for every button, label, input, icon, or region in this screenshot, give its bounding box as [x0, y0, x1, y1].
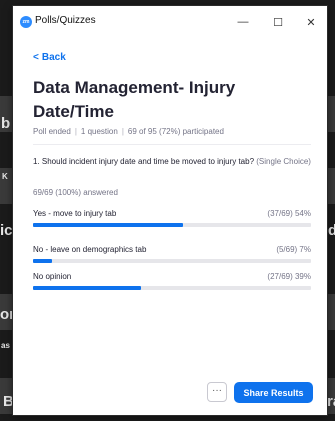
title-bar[interactable]: zm Polls/Quizzes — ☐ ✕ [13, 6, 327, 38]
minimize-button[interactable]: — [229, 12, 257, 32]
result-bar-fill [33, 223, 184, 227]
more-options-button[interactable]: ··· [207, 382, 227, 402]
poll-option: No - leave on demographics tab (5/69) 7% [33, 245, 311, 271]
back-link[interactable]: < Back [33, 52, 66, 63]
poll-status: Poll ended [33, 127, 71, 136]
result-bar-fill [33, 286, 142, 290]
poll-option: Yes - move to injury tab (37/69) 54% [33, 209, 311, 235]
question-type: (Single Choice) [256, 157, 311, 166]
background-text: b [1, 115, 11, 132]
zoom-app-icon: zm [20, 16, 32, 28]
meta-divider: | [74, 127, 77, 136]
result-bar-track [33, 223, 311, 227]
background-text: ra [327, 393, 335, 410]
option-stat: (5/69) 7% [276, 245, 311, 254]
poll-title: Data Management- Injury Date/Time [33, 78, 236, 121]
option-stat: (27/69) 39% [267, 272, 311, 281]
poll-meta: Poll ended | 1 question | 69 of 95 (72%) par… [33, 127, 224, 136]
divider [33, 144, 311, 145]
result-bar-fill [33, 259, 53, 263]
result-bar-track [33, 286, 311, 290]
meta-divider: | [121, 127, 124, 136]
option-label: Yes - move to injury tab [33, 209, 117, 218]
answered-count: 69/69 (100%) answered [33, 188, 118, 197]
poll-option: No opinion (27/69) 39% [33, 272, 311, 298]
participation: 69 of 95 (72%) participated [127, 127, 224, 136]
question-label: 1. Should incident injury date and time … [33, 157, 255, 166]
background-text: ic [0, 222, 13, 239]
question-text: 1. Should incident injury date and time … [33, 156, 315, 167]
option-label: No - leave on demographics tab [33, 245, 147, 254]
option-stat: (37/69) 54% [267, 209, 311, 218]
back-label: Back [41, 52, 66, 63]
result-bar-track [33, 259, 311, 263]
window-title: Polls/Quizzes [35, 15, 96, 26]
question-count: 1 question [80, 127, 118, 136]
share-results-button[interactable]: Share Results [234, 382, 313, 403]
background-text: as [1, 341, 10, 350]
polls-window: zm Polls/Quizzes — ☐ ✕ < Back Data Manage… [13, 6, 327, 415]
background-text: d [328, 222, 335, 239]
background-text: K [2, 172, 8, 181]
maximize-button[interactable]: ☐ [264, 12, 292, 32]
close-button[interactable]: ✕ [297, 12, 325, 32]
option-label: No opinion [33, 272, 72, 281]
chevron-left-icon: < [33, 52, 39, 63]
